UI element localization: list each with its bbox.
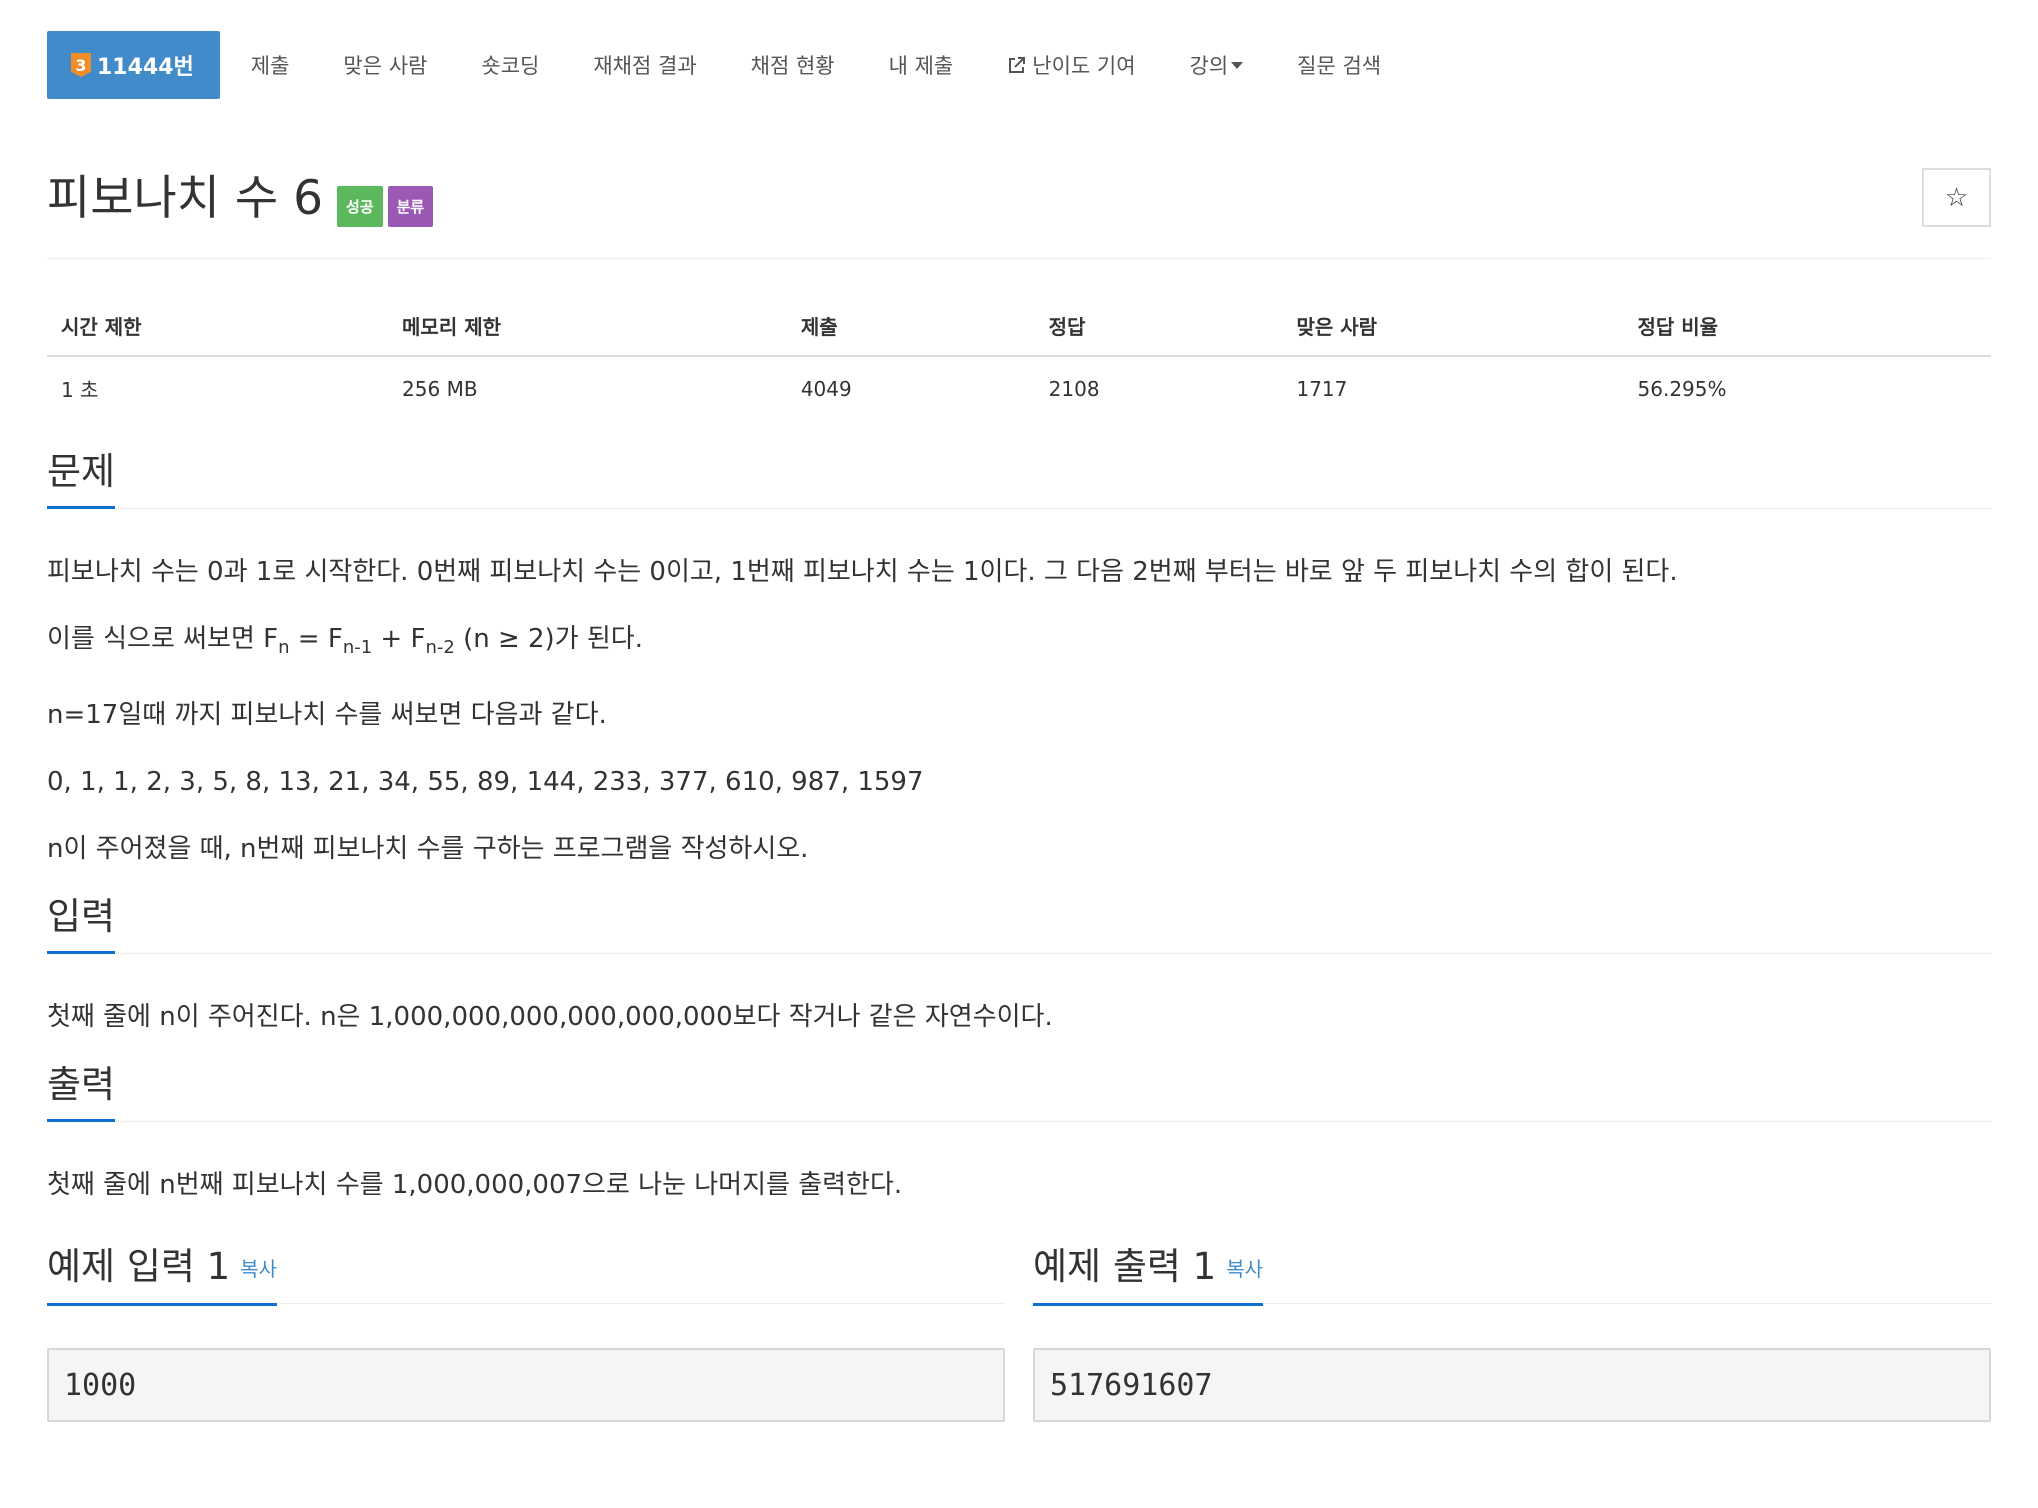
- sample-output-title: 예제 출력 1 복사: [1033, 1245, 1264, 1306]
- category-badge[interactable]: 분류: [387, 186, 434, 227]
- nav-solved-users[interactable]: 맞은 사람: [316, 31, 454, 99]
- formula-text: = F: [289, 624, 343, 654]
- problem-info-table: 시간 제한 메모리 제한 제출 정답 맞은 사람 정답 비율 1 초 256 M…: [47, 299, 1991, 417]
- nav-submit-label: 제출: [250, 54, 290, 78]
- sample-output-column: 예제 출력 1 복사 517691607: [1033, 1246, 1991, 1422]
- caret-down-icon: [1231, 61, 1244, 69]
- sample-input-title-text: 예제 입력 1: [47, 1245, 231, 1288]
- output-section-title: 출력: [47, 1064, 116, 1122]
- formula-text: + F: [372, 624, 426, 654]
- nav-short-coding-label: 숏코딩: [481, 54, 540, 78]
- accept-ratio-value: 56.295%: [1637, 376, 1727, 401]
- nav-judge-status[interactable]: 채점 현황: [724, 31, 862, 99]
- description-section-header: 문제: [47, 451, 1991, 509]
- formula-subscript: n: [278, 637, 290, 658]
- nav-problem-number[interactable]: 3 11444번: [47, 31, 220, 99]
- accepted-value: 2108: [1048, 376, 1100, 401]
- tier-badge-icon: 3: [71, 53, 91, 77]
- description-paragraph: 피보나치 수는 0과 1로 시작한다. 0번째 피보나치 수는 0이고, 1번째…: [47, 557, 1678, 587]
- output-section-header: 출력: [47, 1064, 1991, 1122]
- copy-output-button[interactable]: 복사: [1226, 1257, 1263, 1281]
- external-link-icon: [1007, 55, 1027, 75]
- nav-question-search[interactable]: 질문 검색: [1270, 31, 1408, 99]
- description-section-title: 문제: [47, 451, 116, 509]
- nav-problem-number-label: 11444번: [97, 55, 194, 80]
- nav-short-coding[interactable]: 숏코딩: [454, 31, 566, 99]
- input-text: 첫째 줄에 n이 주어진다. n은 1,000,000,000,000,000,…: [47, 1002, 1053, 1032]
- star-icon: ☆: [1944, 182, 1969, 213]
- fibonacci-sequence: 0, 1, 1, 2, 3, 5, 8, 13, 21, 34, 55, 89,…: [47, 767, 924, 797]
- nav-lectures-dropdown[interactable]: 강의: [1163, 31, 1271, 99]
- input-description: 첫째 줄에 n이 주어진다. n은 1,000,000,000,000,000,…: [47, 1000, 1991, 1034]
- nav-lectures-label: 강의: [1189, 54, 1229, 78]
- table-header-row: 시간 제한 메모리 제한 제출 정답 맞은 사람 정답 비율: [47, 299, 1991, 357]
- submissions-header: 제출: [786, 299, 1035, 357]
- sample-input-header: 예제 입력 1 복사: [47, 1245, 1005, 1306]
- samples-row: 예제 입력 1 복사 1000 예제 출력 1 복사 517691607: [47, 1246, 1991, 1422]
- sample-input-column: 예제 입력 1 복사 1000: [47, 1246, 1005, 1422]
- solved-users-value: 1717: [1296, 376, 1348, 401]
- table-row: 1 초 256 MB 4049 2108 1717 56.295%: [47, 356, 1991, 417]
- time-limit-header: 시간 제한: [47, 299, 389, 357]
- nav-solved-users-label: 맞은 사람: [343, 54, 428, 78]
- nav-my-submissions-label: 내 제출: [888, 54, 954, 78]
- problem-nav: 3 11444번 제출 맞은 사람 숏코딩 재채점 결과 채점 현황 내 제출 …: [47, 0, 1991, 131]
- nav-submit[interactable]: 제출: [224, 31, 317, 99]
- output-text: 첫째 줄에 n번째 피보나치 수를 1,000,000,007으로 나눈 나머지…: [47, 1170, 903, 1200]
- sample-output-header: 예제 출력 1 복사: [1033, 1245, 1991, 1306]
- description-paragraph: n=17일때 까지 피보나치 수를 써보면 다음과 같다.: [47, 700, 607, 730]
- input-section-header: 입력: [47, 896, 1991, 954]
- accept-ratio-header: 정답 비율: [1623, 299, 1991, 357]
- sample-output-title-text: 예제 출력 1: [1033, 1245, 1217, 1288]
- problem-title: 피보나치 수 6: [47, 171, 323, 226]
- formula-text: (n ≥ 2)가 된다.: [454, 624, 643, 654]
- nav-difficulty-contribute[interactable]: 난이도 기여: [980, 31, 1162, 99]
- nav-rejudge-results[interactable]: 재채점 결과: [566, 31, 723, 99]
- description-paragraph: n이 주어졌을 때, n번째 피보나치 수를 구하는 프로그램을 작성하시오.: [47, 834, 809, 864]
- formula-subscript: n-1: [342, 637, 373, 658]
- nav-judge-status-label: 채점 현황: [750, 54, 835, 78]
- time-limit-value: 1 초: [61, 378, 99, 402]
- output-description: 첫째 줄에 n번째 피보나치 수를 1,000,000,007으로 나눈 나머지…: [47, 1168, 1991, 1202]
- sample-input-box: 1000: [47, 1348, 1005, 1422]
- description-formula: 이를 식으로 써보면 Fn = Fn-1 + Fn-2 (n ≥ 2)가 된다.: [47, 622, 1991, 665]
- submissions-value: 4049: [800, 376, 852, 401]
- nav-difficulty-contribute-label: 난이도 기여: [1032, 54, 1136, 78]
- memory-limit-value: 256 MB: [402, 376, 478, 401]
- copy-input-button[interactable]: 복사: [240, 1257, 277, 1281]
- problem-page: 3 11444번 제출 맞은 사람 숏코딩 재채점 결과 채점 현황 내 제출 …: [0, 0, 2038, 1508]
- sample-output-box: 517691607: [1033, 1348, 1991, 1422]
- success-badge: 성공: [336, 186, 383, 227]
- favorite-star-button[interactable]: ☆: [1922, 168, 1991, 227]
- input-section-title: 입력: [47, 896, 116, 954]
- problem-header: 피보나치 수 6 성공 분류 ☆: [47, 131, 1991, 259]
- formula-text: 이를 식으로 써보면 F: [47, 624, 279, 654]
- problem-description: 피보나치 수는 0과 1로 시작한다. 0번째 피보나치 수는 0이고, 1번째…: [47, 555, 1991, 866]
- formula-subscript: n-2: [425, 637, 455, 658]
- accepted-header: 정답: [1034, 299, 1283, 357]
- memory-limit-header: 메모리 제한: [388, 299, 787, 357]
- nav-question-search-label: 질문 검색: [1297, 54, 1382, 78]
- nav-my-submissions[interactable]: 내 제출: [862, 31, 981, 99]
- sample-input-title: 예제 입력 1 복사: [47, 1245, 278, 1306]
- solved-users-header: 맞은 사람: [1282, 299, 1624, 357]
- nav-rejudge-results-label: 재채점 결과: [593, 54, 697, 78]
